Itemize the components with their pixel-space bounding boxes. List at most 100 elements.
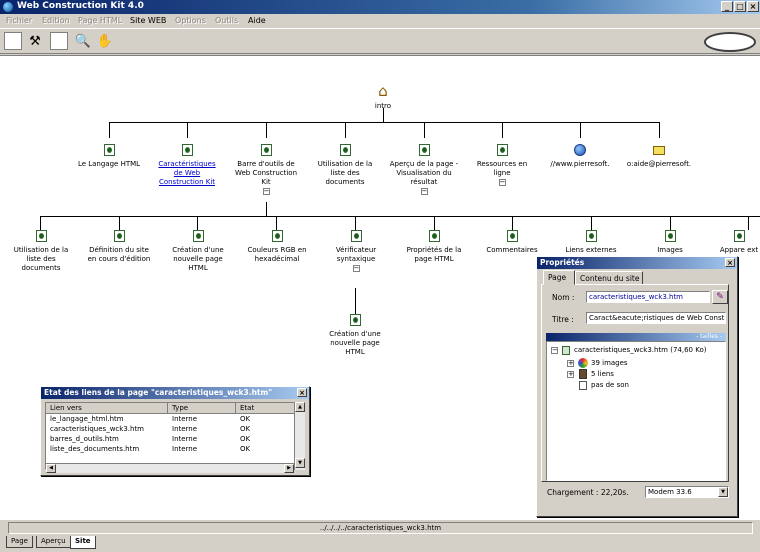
status-path: ../../../../caracteristiques_wck3.htm xyxy=(8,522,753,534)
tree-node[interactable]: Couleurs RGB en hexadécimal xyxy=(242,230,312,264)
tree-node[interactable]: Création d'une nouvelle page HTML xyxy=(324,314,386,357)
window-title: Web Construction Kit 4.0 xyxy=(17,1,144,11)
images-count-node[interactable]: 39 images xyxy=(591,358,628,368)
tree-node[interactable]: Appare ext xyxy=(718,230,760,255)
load-time-label: Chargement : 22,20s. xyxy=(547,488,629,497)
tab-page[interactable]: Page xyxy=(543,270,575,285)
tree-node[interactable]: Définition du site en cours d'édition xyxy=(84,230,154,264)
tree-node[interactable]: Ressources en ligne − xyxy=(470,144,534,187)
column-header[interactable]: Lien vers xyxy=(46,403,168,413)
page-icon xyxy=(192,230,204,242)
scroll-up-arrow-icon[interactable]: ▲ xyxy=(295,402,305,412)
properties-panel: Nom : caracteristiques_wck3.htm ✎ Titre … xyxy=(541,284,729,482)
tree-node[interactable]: Utilisation de la liste des documents xyxy=(10,230,72,273)
page-icon xyxy=(271,230,283,242)
column-header[interactable]: Type xyxy=(168,403,236,413)
tab-site-content[interactable]: Contenu du site xyxy=(575,271,643,285)
sound-node[interactable]: pas de son xyxy=(591,380,629,390)
tree-node[interactable]: Propriétés de la page HTML xyxy=(402,230,466,264)
table-header: Lien vers Type Etat xyxy=(46,403,304,414)
column-header[interactable]: Etat xyxy=(236,403,296,413)
tab-page-view[interactable]: Page xyxy=(6,536,33,548)
link-status-title-bar: Etat des liens de la page "caracteristiq… xyxy=(41,387,309,399)
page-icon xyxy=(506,230,518,242)
page-icon xyxy=(260,144,272,156)
table-row[interactable]: caracteristiques_wck3.htm Interne OK xyxy=(46,424,304,434)
tree-node[interactable]: Liens externes xyxy=(560,230,622,255)
collapse-toggle[interactable]: − xyxy=(551,347,558,354)
table-row[interactable]: barres_d_outils.htm Interne OK xyxy=(46,434,304,444)
close-icon[interactable]: × xyxy=(725,258,735,267)
file-size-node[interactable]: caracteristiques_wck3.htm (74,60 Ko) xyxy=(574,345,706,355)
mail-icon xyxy=(653,146,665,155)
menu-fichier[interactable]: Fichier xyxy=(6,16,32,25)
preview-icon[interactable]: 🔍 xyxy=(74,33,92,51)
menu-options[interactable]: Options xyxy=(175,16,206,25)
tools-icon[interactable]: ⚒ xyxy=(26,33,44,51)
home-icon: ⌂ xyxy=(378,82,388,100)
menu-page-html[interactable]: Page HTML xyxy=(78,16,122,25)
vertical-scrollbar[interactable]: ▲ ▼ xyxy=(294,402,305,470)
tab-preview-view[interactable]: Aperçu xyxy=(36,536,71,548)
menu-outils[interactable]: Outils xyxy=(215,16,238,25)
tree-node[interactable]: Vérificateur syntaxique − xyxy=(326,230,386,273)
images-icon xyxy=(578,358,588,368)
tree-node[interactable]: Le Langage HTML xyxy=(74,144,144,169)
tree-node-external-url[interactable]: //www.pierresoft. xyxy=(545,144,615,169)
expand-toggle[interactable]: + xyxy=(567,360,574,367)
page-icon xyxy=(664,230,676,242)
links-count-node[interactable]: 5 liens xyxy=(591,369,614,379)
sound-icon xyxy=(579,381,587,390)
table-row[interactable]: liste_des_documents.htm Interne OK xyxy=(46,444,304,454)
logo-oval xyxy=(704,32,756,52)
menu-aide[interactable]: Aide xyxy=(248,16,266,25)
page-icon xyxy=(350,230,362,242)
title-field[interactable]: Caract&eacute;ristiques de Web Constru xyxy=(586,312,726,324)
table-row[interactable]: le_langage_html.htm Interne OK xyxy=(46,414,304,424)
tree-node[interactable]: Commentaires xyxy=(480,230,544,255)
maximize-button[interactable]: □ xyxy=(734,1,746,12)
collapse-toggle[interactable]: − xyxy=(498,179,506,186)
page-icon xyxy=(496,144,508,156)
title-bar: Web Construction Kit 4.0 _ □ × xyxy=(0,0,760,14)
tab-site-view[interactable]: Site xyxy=(70,536,96,549)
menu-edition[interactable]: Edition xyxy=(42,16,70,25)
page-icon xyxy=(585,230,597,242)
collapse-toggle[interactable]: − xyxy=(420,188,428,195)
page-icon xyxy=(103,144,115,156)
edit-name-icon[interactable]: ✎ xyxy=(712,290,728,304)
collapse-toggle[interactable]: − xyxy=(262,188,270,195)
close-button[interactable]: × xyxy=(747,1,759,12)
tree-node-selected[interactable]: Caractéristiques de Web Construction Kit xyxy=(155,144,219,187)
toolbar: ⚒ 🔍 ✋ xyxy=(0,28,760,54)
tree-node-mailto[interactable]: o:aide@pierresoft. xyxy=(623,146,695,169)
properties-window: Propriétés × Page Contenu du site Nom : … xyxy=(536,256,738,517)
scroll-down-arrow-icon[interactable]: ▼ xyxy=(295,458,305,468)
modem-select[interactable]: Modem 33.6 ▼ xyxy=(645,486,729,498)
minimize-button[interactable]: _ xyxy=(721,1,733,12)
title-label: Titre : xyxy=(552,315,574,324)
toolbar-blank-button[interactable] xyxy=(50,32,68,50)
hand-icon[interactable]: ✋ xyxy=(96,33,114,51)
collapse-toggle[interactable]: − xyxy=(352,265,360,272)
close-icon[interactable]: × xyxy=(297,388,307,397)
page-icon xyxy=(339,144,351,156)
page-icon xyxy=(428,230,440,242)
menu-site-web[interactable]: Site WEB xyxy=(130,16,166,25)
tree-node[interactable]: Aperçu de la page - Visualisation du rés… xyxy=(388,144,460,196)
page-icon xyxy=(349,314,361,326)
scroll-left-arrow-icon[interactable]: ◀ xyxy=(46,464,56,473)
expand-toggle[interactable]: + xyxy=(567,371,574,378)
tree-node[interactable]: Utilisation de la liste des documents xyxy=(314,144,376,187)
tree-node[interactable]: Images xyxy=(640,230,700,255)
chevron-down-icon[interactable]: ▼ xyxy=(718,487,728,497)
name-label: Nom : xyxy=(552,293,575,302)
tree-root-node[interactable]: ⌂ intro xyxy=(358,83,408,111)
scroll-right-arrow-icon[interactable]: ▶ xyxy=(284,464,294,473)
tree-node[interactable]: Création d'une nouvelle page HTML xyxy=(166,230,230,273)
toolbar-blank-button[interactable] xyxy=(4,32,22,50)
properties-footer: Chargement : 22,20s. Modem 33.6 ▼ xyxy=(541,485,729,501)
name-field[interactable]: caracteristiques_wck3.htm xyxy=(586,291,710,303)
horizontal-scrollbar[interactable]: ◀ ▶ xyxy=(46,463,294,473)
tree-node[interactable]: Barre d'outils de Web Construction Kit − xyxy=(231,144,301,196)
